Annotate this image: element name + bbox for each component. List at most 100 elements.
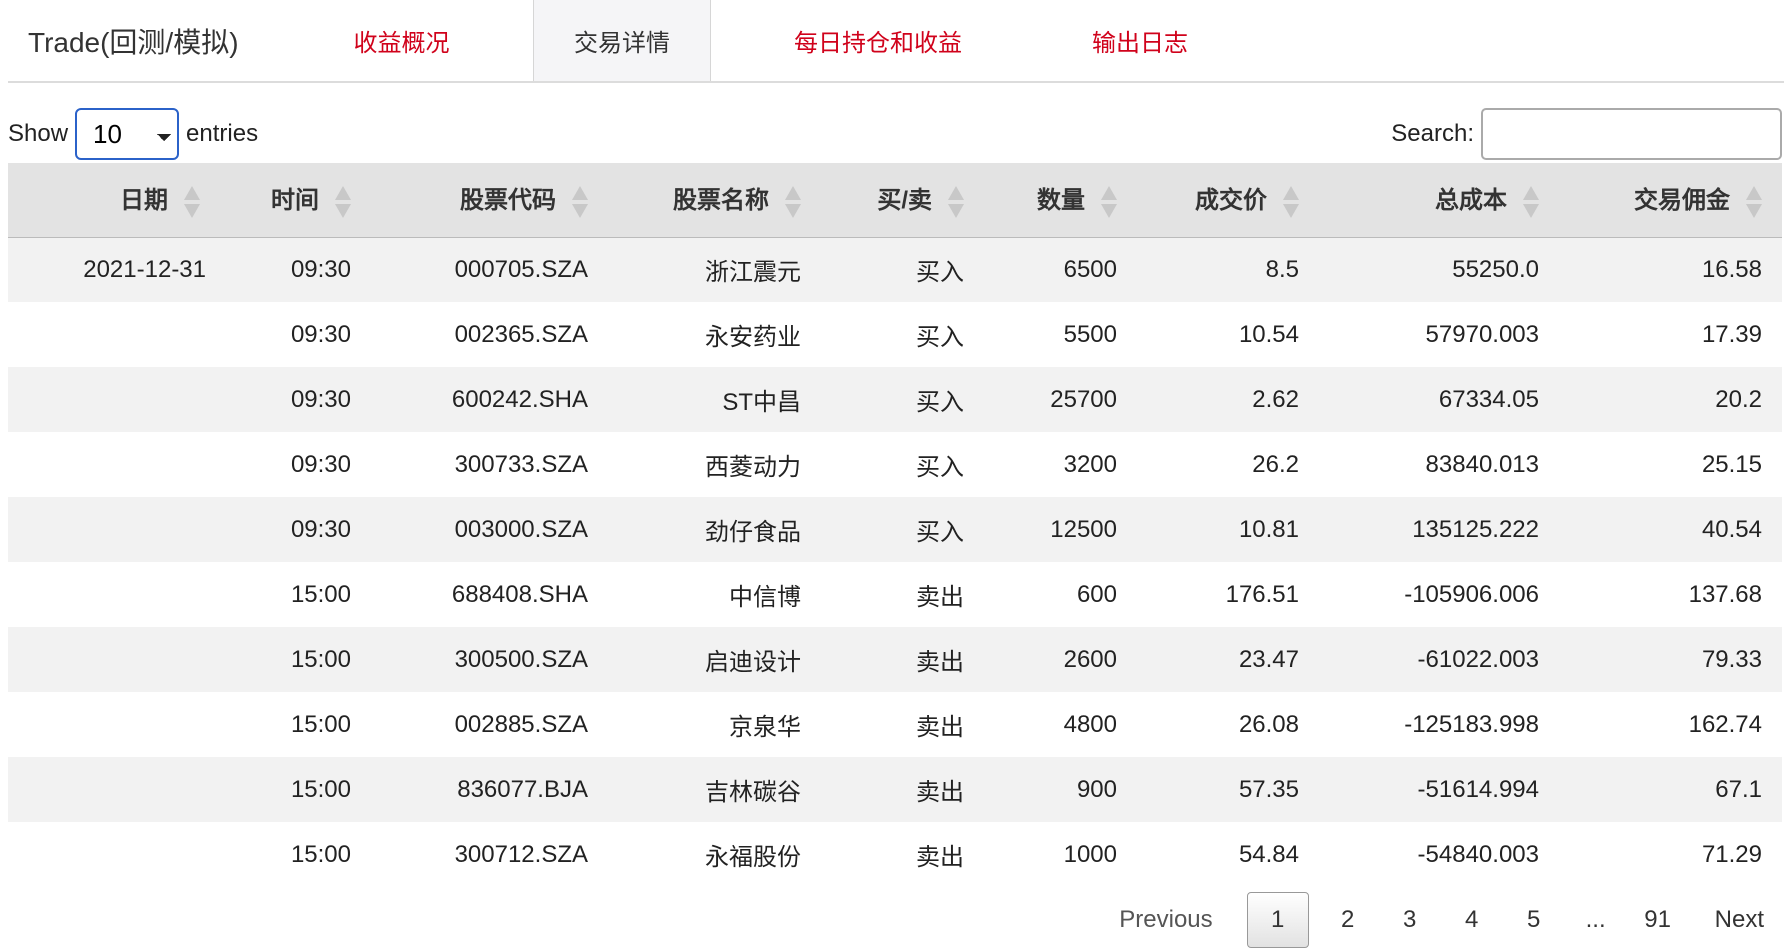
column-header-quantity[interactable]: 数量 bbox=[984, 163, 1137, 238]
cell-date bbox=[8, 562, 220, 627]
cell-commission: 71.29 bbox=[1701, 840, 1762, 868]
cell-side: 卖出 bbox=[821, 627, 984, 692]
column-header-commission[interactable]: 交易佣金 bbox=[1559, 163, 1782, 238]
cell-commission: 20.2 bbox=[1559, 367, 1782, 432]
sort-icon bbox=[1281, 184, 1299, 220]
sort-icon bbox=[1099, 184, 1117, 220]
cell-quantity: 4800 bbox=[1063, 710, 1117, 738]
column-label: 时间 bbox=[271, 186, 319, 214]
column-label: 买/卖 bbox=[877, 186, 932, 214]
cell-total-cost: 67334.05 bbox=[1319, 367, 1559, 432]
cell-total-cost: -105906.006 bbox=[1404, 580, 1539, 608]
cell-side: 买入 bbox=[821, 367, 984, 432]
cell-side: 卖出 bbox=[916, 844, 964, 871]
cell-time: 15:00 bbox=[220, 627, 371, 692]
page-button[interactable]: 2 bbox=[1317, 892, 1379, 948]
page-button[interactable]: 3 bbox=[1379, 892, 1441, 948]
cell-price: 10.81 bbox=[1137, 497, 1319, 562]
cell-stock-code: 000705.SZA bbox=[371, 237, 608, 302]
column-header-stock-code[interactable]: 股票代码 bbox=[371, 163, 608, 238]
cell-quantity: 600 bbox=[1076, 580, 1117, 608]
entries-length-control: Show 10 entries bbox=[8, 106, 258, 162]
cell-date bbox=[8, 757, 220, 822]
table-row: 09:30 300733.SZA 西菱动力 买入 3200 26.2 83840.013 25… bbox=[8, 432, 1782, 497]
cell-date bbox=[8, 302, 220, 367]
cell-time: 09:30 bbox=[220, 367, 371, 432]
cell-stock-name: 启迪设计 bbox=[608, 627, 821, 692]
cell-time: 15:00 bbox=[220, 757, 371, 822]
cell-total-cost: 55250.0 bbox=[1319, 237, 1559, 302]
cell-stock-name: 中信博 bbox=[729, 584, 801, 611]
cell-stock-code: 300500.SZA bbox=[371, 627, 608, 692]
tab-output-log[interactable]: 输出日志 bbox=[1045, 0, 1235, 81]
column-label: 数量 bbox=[1037, 186, 1085, 214]
cell-date bbox=[8, 627, 220, 692]
cell-side: 买入 bbox=[821, 497, 984, 562]
cell-price: 26.08 bbox=[1238, 710, 1299, 738]
table-row: 15:00 688408.SHA 中信博 卖出 600 176.51 -105906.006… bbox=[8, 562, 1782, 627]
cell-stock-code: 300712.SZA bbox=[454, 840, 588, 868]
cell-stock-name: 永福股份 bbox=[705, 844, 801, 871]
cell-price: 8.5 bbox=[1137, 237, 1319, 302]
cell-date bbox=[8, 822, 220, 887]
entries-select[interactable]: 10 bbox=[75, 108, 180, 160]
cell-time: 09:30 bbox=[220, 237, 371, 302]
previous-button[interactable]: Previous bbox=[1107, 892, 1238, 948]
column-label: 股票代码 bbox=[460, 186, 556, 214]
cell-commission: 25.15 bbox=[1701, 450, 1762, 478]
page-button-current[interactable]: 1 bbox=[1246, 892, 1309, 948]
sort-icon bbox=[182, 184, 200, 220]
cell-stock-code: 688408.SHA bbox=[451, 580, 588, 608]
cell-stock-name: 京泉华 bbox=[729, 714, 801, 741]
cell-stock-code: 003000.SZA bbox=[371, 497, 608, 562]
column-label: 总成本 bbox=[1435, 186, 1507, 214]
tab-return-overview[interactable]: 收益概况 bbox=[270, 0, 533, 81]
cell-time: 15:00 bbox=[290, 710, 351, 738]
column-label: 日期 bbox=[120, 186, 168, 214]
cell-commission: 137.68 bbox=[1688, 580, 1762, 608]
cell-quantity: 900 bbox=[984, 757, 1137, 822]
tab-trade-details[interactable]: 交易详情 bbox=[533, 0, 711, 81]
column-header-time[interactable]: 时间 bbox=[220, 163, 371, 238]
cell-time: 09:30 bbox=[220, 497, 371, 562]
table-row: 09:30 002365.SZA 永安药业 买入 5500 10.54 57970.003 1… bbox=[8, 302, 1782, 367]
entries-label: entries bbox=[186, 120, 259, 147]
page-button[interactable]: 4 bbox=[1441, 892, 1503, 948]
search-control: Search: bbox=[1391, 106, 1782, 162]
table-row: 09:30 600242.SHA ST中昌 买入 25700 2.62 67334.05 20… bbox=[8, 367, 1782, 432]
cell-date: 2021-12-31 bbox=[8, 237, 220, 302]
table-row: 2021-12-31 09:30 000705.SZA 浙江震元 买入 6500 8.5 55… bbox=[8, 237, 1782, 302]
pagination-ellipsis: ... bbox=[1585, 906, 1606, 933]
column-label: 交易佣金 bbox=[1634, 186, 1730, 214]
cell-price: 23.47 bbox=[1137, 627, 1319, 692]
table-controls: Show 10 entries Search: bbox=[8, 106, 1782, 162]
trades-table: 日期 时间 股票代码 股票名称 买/卖 数量 成交价 总成本 交易佣金 2021… bbox=[8, 163, 1782, 887]
cell-stock-name: 浙江震元 bbox=[608, 237, 821, 302]
search-input[interactable] bbox=[1481, 108, 1782, 160]
cell-date bbox=[8, 692, 220, 757]
cell-price: 10.54 bbox=[1238, 320, 1299, 348]
sort-icon bbox=[783, 184, 801, 220]
cell-side: 买入 bbox=[821, 237, 984, 302]
sort-icon bbox=[946, 184, 964, 220]
column-header-side[interactable]: 买/卖 bbox=[821, 163, 984, 238]
column-header-date[interactable]: 日期 bbox=[8, 163, 220, 238]
cell-side: 卖出 bbox=[916, 584, 964, 611]
cell-price: 26.2 bbox=[1252, 450, 1299, 478]
cell-commission: 17.39 bbox=[1701, 320, 1762, 348]
column-header-total-cost[interactable]: 总成本 bbox=[1319, 163, 1559, 238]
tab-daily-positions[interactable]: 每日持仓和收益 bbox=[711, 0, 1045, 81]
cell-time: 15:00 bbox=[290, 580, 351, 608]
table-header: 日期 时间 股票代码 股票名称 买/卖 数量 成交价 总成本 交易佣金 bbox=[8, 163, 1782, 238]
cell-stock-code: 600242.SHA bbox=[371, 367, 608, 432]
cell-price: 54.84 bbox=[1238, 840, 1299, 868]
page-button[interactable]: 5 bbox=[1503, 892, 1565, 948]
column-header-stock-name[interactable]: 股票名称 bbox=[608, 163, 821, 238]
top-nav: Trade(回测/模拟) 收益概况 交易详情 每日持仓和收益 输出日志 bbox=[8, 0, 1784, 83]
page-button-last[interactable]: 91 bbox=[1627, 892, 1689, 948]
cell-stock-code: 002885.SZA bbox=[454, 710, 588, 738]
column-header-price[interactable]: 成交价 bbox=[1137, 163, 1319, 238]
next-button[interactable]: Next bbox=[1689, 892, 1776, 948]
cell-commission: 40.54 bbox=[1559, 497, 1782, 562]
sort-icon bbox=[570, 184, 588, 220]
